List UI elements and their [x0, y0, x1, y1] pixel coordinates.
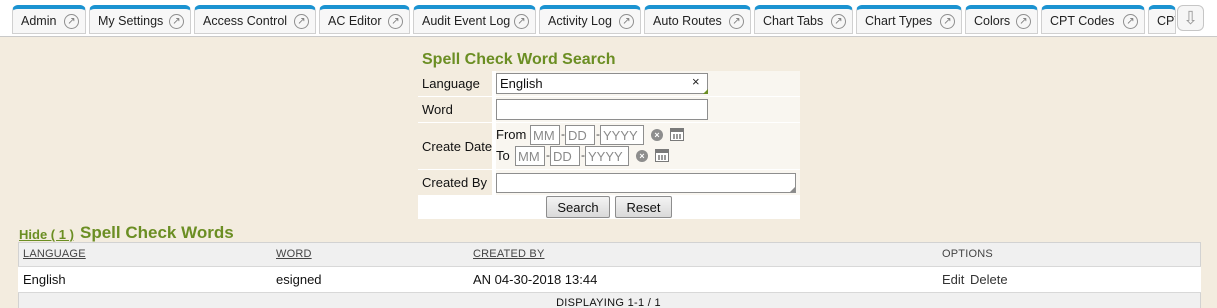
- edit-link[interactable]: Edit: [942, 272, 964, 287]
- popout-icon[interactable]: ↗: [169, 14, 184, 29]
- create-date-field-cell: From - - × To - - ×: [496, 123, 800, 169]
- popout-icon[interactable]: ↗: [294, 14, 309, 29]
- clear-date-icon[interactable]: ×: [636, 150, 648, 162]
- delete-link[interactable]: Delete: [970, 272, 1008, 287]
- popout-icon[interactable]: ↗: [940, 14, 955, 29]
- tab-label: Activity Log: [548, 14, 612, 28]
- create-date-label: Create Date: [422, 139, 493, 154]
- hide-results-link[interactable]: Hide ( 1 ): [19, 227, 74, 242]
- clear-icon[interactable]: ×: [692, 74, 700, 89]
- table-row: [18, 266, 1201, 293]
- arrow-down-icon: ⇩: [1182, 8, 1199, 28]
- popout-icon[interactable]: ↗: [729, 14, 744, 29]
- create-date-row: Create Date From - - × To - - ×: [418, 123, 800, 169]
- reset-button[interactable]: Reset: [615, 196, 672, 218]
- popout-icon[interactable]: ↗: [64, 14, 79, 29]
- create-date-label-cell: Create Date: [418, 123, 494, 169]
- popout-icon[interactable]: ↗: [619, 14, 634, 29]
- tab-colors[interactable]: Colors ↗: [965, 5, 1038, 34]
- cell-word: esigned: [276, 272, 322, 287]
- tab-chart-types[interactable]: Chart Types ↗: [856, 5, 962, 34]
- from-month-input[interactable]: [530, 125, 560, 145]
- search-form-title: Spell Check Word Search: [422, 51, 616, 68]
- to-day-input[interactable]: [550, 146, 580, 166]
- word-row: Word: [418, 97, 800, 122]
- tab-label: Access Control: [203, 14, 288, 28]
- created-by-field-cell: [496, 170, 800, 195]
- tab-ac-editor[interactable]: AC Editor ↗: [319, 5, 410, 34]
- word-label-cell: Word: [418, 97, 494, 122]
- calendar-icon[interactable]: [655, 149, 669, 162]
- cell-created-by: AN 04-30-2018 13:44: [473, 272, 598, 287]
- tab-bar: Admin ↗ My Settings ↗ Access Control ↗ A…: [0, 0, 1217, 37]
- tab-admin[interactable]: Admin ↗: [12, 5, 86, 34]
- tab-label: Audit Event Log: [422, 14, 511, 28]
- tab-access-control[interactable]: Access Control ↗: [194, 5, 316, 34]
- cell-language: English: [23, 272, 66, 287]
- pagination-status: DISPLAYING 1-1 / 1: [556, 297, 661, 308]
- tab-auto-routes[interactable]: Auto Routes ↗: [644, 5, 751, 34]
- popout-icon[interactable]: ↗: [514, 14, 529, 29]
- popout-icon[interactable]: ↗: [1016, 14, 1031, 29]
- from-day-input[interactable]: [565, 125, 595, 145]
- language-field-cell: ×: [496, 71, 800, 96]
- tab-activity-log[interactable]: Activity Log ↗: [539, 5, 641, 34]
- tab-cpt-groups[interactable]: CPT Groups: [1148, 5, 1176, 34]
- tab-label: Chart Types: [865, 14, 933, 28]
- tab-label: Colors: [974, 14, 1011, 28]
- more-tabs-button[interactable]: ⇩: [1177, 5, 1204, 31]
- tab-label: AC Editor: [328, 14, 382, 28]
- calendar-icon[interactable]: [670, 128, 684, 141]
- created-by-label: Created By: [422, 175, 488, 190]
- word-label: Word: [422, 102, 453, 117]
- to-month-input[interactable]: [515, 146, 545, 166]
- tab-label: Admin: [21, 14, 57, 28]
- column-header-created-by[interactable]: CREATED BY: [473, 248, 544, 260]
- column-header-language[interactable]: LANGUAGE: [23, 248, 86, 260]
- tab-label: My Settings: [98, 14, 164, 28]
- tab-cpt-codes[interactable]: CPT Codes ↗: [1041, 5, 1145, 34]
- word-input[interactable]: [496, 99, 708, 120]
- to-label: To: [496, 148, 510, 163]
- tab-label: CPT Codes: [1050, 14, 1115, 28]
- created-by-row: Created By: [418, 170, 800, 195]
- tab-label: Chart Tabs: [763, 14, 824, 28]
- tab-label: CPT Groups: [1157, 14, 1175, 28]
- language-label: Language: [422, 76, 480, 91]
- tab-my-settings[interactable]: My Settings ↗: [89, 5, 191, 34]
- resize-handle-icon[interactable]: [790, 187, 795, 192]
- column-header-word[interactable]: WORD: [276, 248, 312, 260]
- from-label: From: [496, 127, 527, 142]
- word-field-cell: [496, 97, 800, 122]
- tab-label: Auto Routes: [653, 14, 722, 28]
- results-title: Spell Check Words: [80, 223, 234, 242]
- tab-audit-event-log[interactable]: Audit Event Log ↗: [413, 5, 536, 34]
- popout-icon[interactable]: ↗: [1123, 14, 1138, 29]
- from-year-input[interactable]: [600, 125, 644, 145]
- language-input[interactable]: [496, 73, 708, 94]
- language-row: Language ×: [418, 71, 800, 96]
- popout-icon[interactable]: ↗: [388, 14, 403, 29]
- created-by-label-cell: Created By: [418, 170, 494, 195]
- dropdown-corner-icon: [703, 89, 708, 94]
- popout-icon[interactable]: ↗: [831, 14, 846, 29]
- column-header-options: OPTIONS: [942, 248, 993, 260]
- search-button[interactable]: Search: [546, 196, 610, 218]
- language-label-cell: Language: [418, 71, 494, 96]
- tab-chart-tabs[interactable]: Chart Tabs ↗: [754, 5, 853, 34]
- created-by-input[interactable]: [496, 173, 796, 193]
- to-year-input[interactable]: [585, 146, 629, 166]
- clear-date-icon[interactable]: ×: [651, 129, 663, 141]
